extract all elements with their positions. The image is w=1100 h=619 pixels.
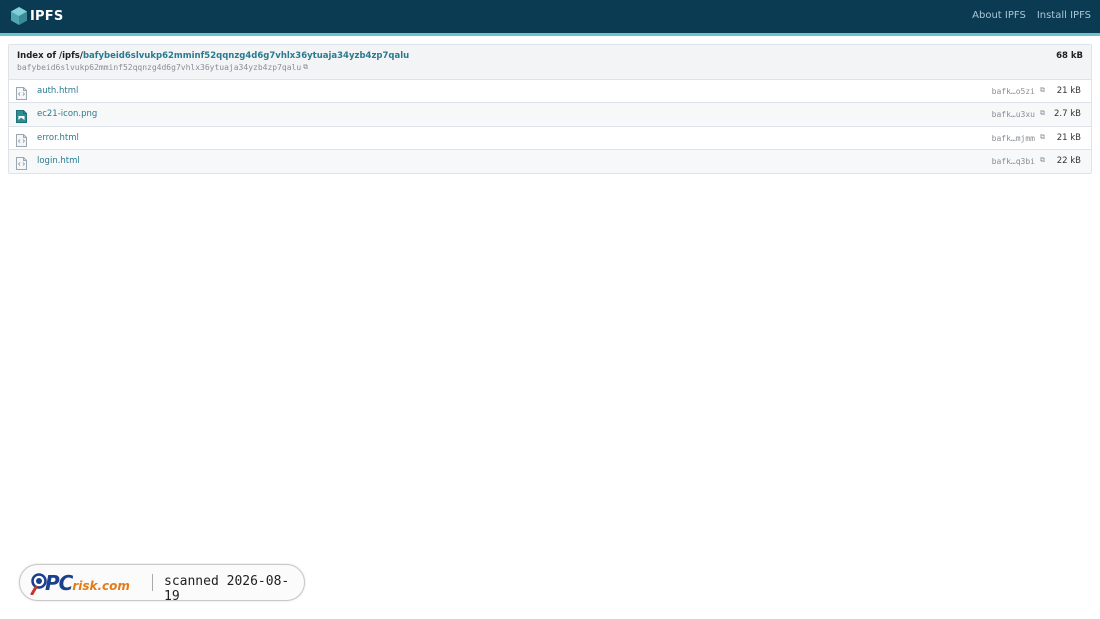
- file-row: auth.html bafk…o5zi ⧉ 21 kB: [9, 80, 1091, 104]
- file-link[interactable]: login.html: [37, 156, 80, 166]
- index-cid-link[interactable]: bafybeid6slvukp62mminf52qqnzg4d6g7vhlx36…: [83, 51, 409, 61]
- ipfs-cube-icon: [11, 7, 27, 25]
- file-rows: auth.html bafk…o5zi ⧉ 21 kB ec21-icon.pn…: [9, 80, 1091, 173]
- image-file-icon: [16, 108, 27, 127]
- file-row: error.html bafk…mjmm ⧉ 21 kB: [9, 127, 1091, 150]
- directory-listing: Index of /ipfs/bafybeid6slvukp62mminf52q…: [8, 44, 1092, 174]
- install-ipfs-link[interactable]: Install IPFS: [1037, 10, 1091, 21]
- top-bar: IPFS About IPFS Install IPFS: [0, 0, 1100, 33]
- file-size: 21 kB: [1056, 132, 1081, 143]
- index-cid: bafybeid6slvukp62mminf52qqnzg4d6g7vhlx36…: [17, 63, 308, 72]
- file-row: login.html bafk…q3bi ⧉ 22 kB: [9, 149, 1091, 174]
- file-size: 21 kB: [1056, 86, 1081, 96]
- file-row: ec21-icon.png bafk…u3xu ⧉ 2.7 kB: [9, 103, 1091, 127]
- copy-icon[interactable]: ⧉: [1040, 156, 1045, 165]
- file-cid-link[interactable]: bafk…o5zi: [992, 87, 1035, 96]
- file-link[interactable]: ec21-icon.png: [37, 109, 97, 119]
- file-cid-link[interactable]: bafk…mjmm: [992, 134, 1035, 143]
- logo-text: IPFS: [30, 8, 64, 24]
- file-cid-link[interactable]: bafk…q3bi: [992, 157, 1035, 166]
- index-title-prefix: Index of /ipfs/: [17, 51, 83, 61]
- html-file-icon: [16, 85, 27, 104]
- logo-pc-text: PC: [45, 571, 73, 595]
- file-link[interactable]: auth.html: [37, 86, 78, 96]
- file-cid-link[interactable]: bafk…u3xu: [992, 110, 1035, 119]
- copy-icon[interactable]: ⧉: [1040, 133, 1045, 142]
- file-size: 22 kB: [1056, 155, 1081, 166]
- file-size: 2.7 kB: [1054, 109, 1081, 120]
- index-cid-text: bafybeid6slvukp62mminf52qqnzg4d6g7vhlx36…: [17, 63, 302, 72]
- ipfs-logo[interactable]: IPFS: [11, 7, 63, 25]
- file-link[interactable]: error.html: [37, 133, 79, 143]
- top-nav: About IPFS Install IPFS: [972, 10, 1091, 21]
- copy-icon[interactable]: ⧉: [303, 63, 308, 72]
- copy-icon[interactable]: ⧉: [1040, 109, 1045, 118]
- top-bar-accent-stripe: [0, 33, 1100, 36]
- listing-header: Index of /ipfs/bafybeid6slvukp62mminf52q…: [9, 45, 1091, 80]
- html-file-icon: [16, 132, 27, 151]
- index-title: Index of /ipfs/bafybeid6slvukp62mminf52q…: [17, 51, 409, 61]
- badge-divider: [152, 574, 153, 591]
- html-file-icon: [16, 155, 27, 174]
- pcrisk-logo: PC risk.com: [30, 571, 130, 595]
- copy-icon[interactable]: ⧉: [1040, 86, 1045, 95]
- scan-watermark-badge: PC risk.com scanned 2026-08-19: [19, 564, 305, 604]
- about-ipfs-link[interactable]: About IPFS: [972, 10, 1026, 21]
- scan-date-text: scanned 2026-08-19: [164, 574, 290, 604]
- total-size: 68 kB: [1056, 51, 1083, 61]
- logo-domain-text: risk.com: [72, 579, 130, 593]
